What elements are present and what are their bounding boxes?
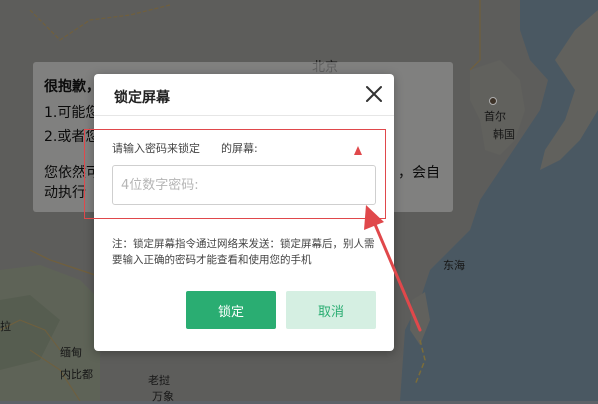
lock-note: 注：锁定屏幕指令通过网络来发送：锁定屏幕后，别人需要输入正确的密码才能查看和使用… [112, 238, 375, 266]
cancel-button[interactable]: 取消 [286, 291, 376, 329]
dialog-divider [94, 115, 394, 116]
close-icon [366, 86, 382, 102]
close-button[interactable] [362, 82, 386, 106]
lock-button[interactable]: 锁定 [186, 291, 276, 329]
lock-screen-dialog: 锁定屏幕 请输入密码来锁定 的屏幕: 注：锁定屏幕指令通过网络来发送：锁定屏幕后… [94, 74, 394, 351]
password-input[interactable] [112, 165, 376, 205]
dialog-title: 锁定屏幕 [114, 90, 170, 106]
password-prompt: 请输入密码来锁定 的屏幕: [112, 142, 258, 155]
